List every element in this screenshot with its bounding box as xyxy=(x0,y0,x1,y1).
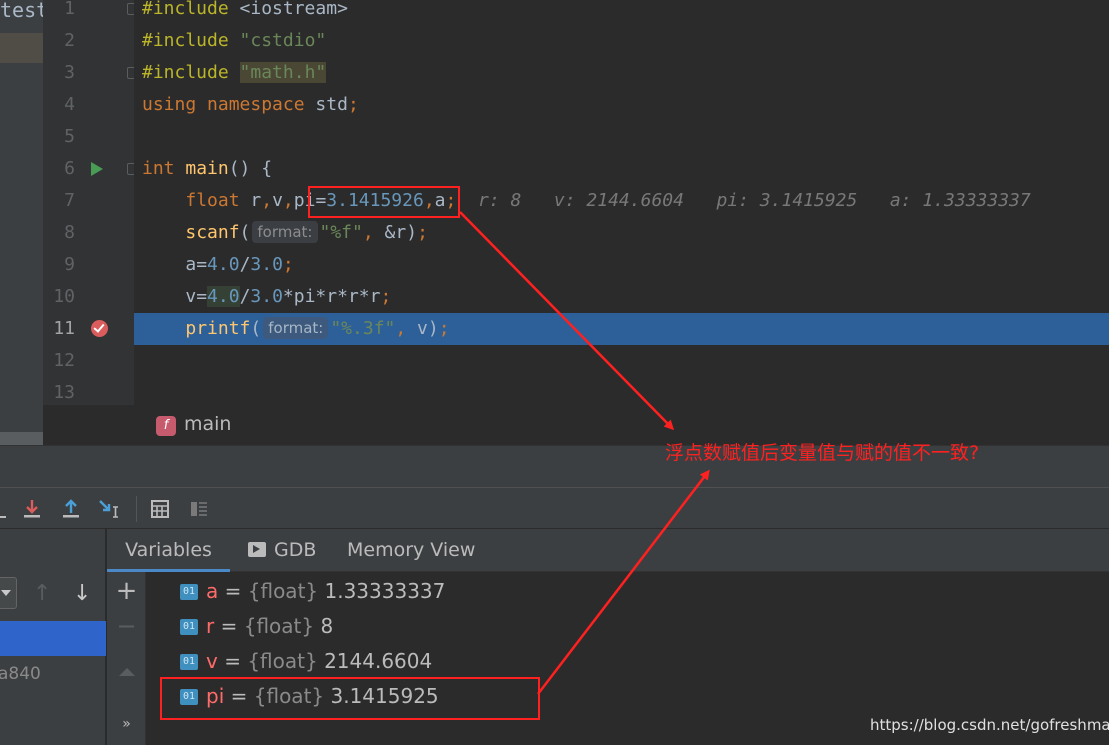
annotation-arrows xyxy=(459,211,710,695)
annotation-arrow-from-variable xyxy=(537,469,710,695)
annotation-arrow-from-code xyxy=(459,211,675,431)
watermark: https://blog.csdn.net/gofreshman xyxy=(870,716,1109,734)
annotation-text: 浮点数赋值后变量值与赋的值不一致? xyxy=(665,442,980,464)
